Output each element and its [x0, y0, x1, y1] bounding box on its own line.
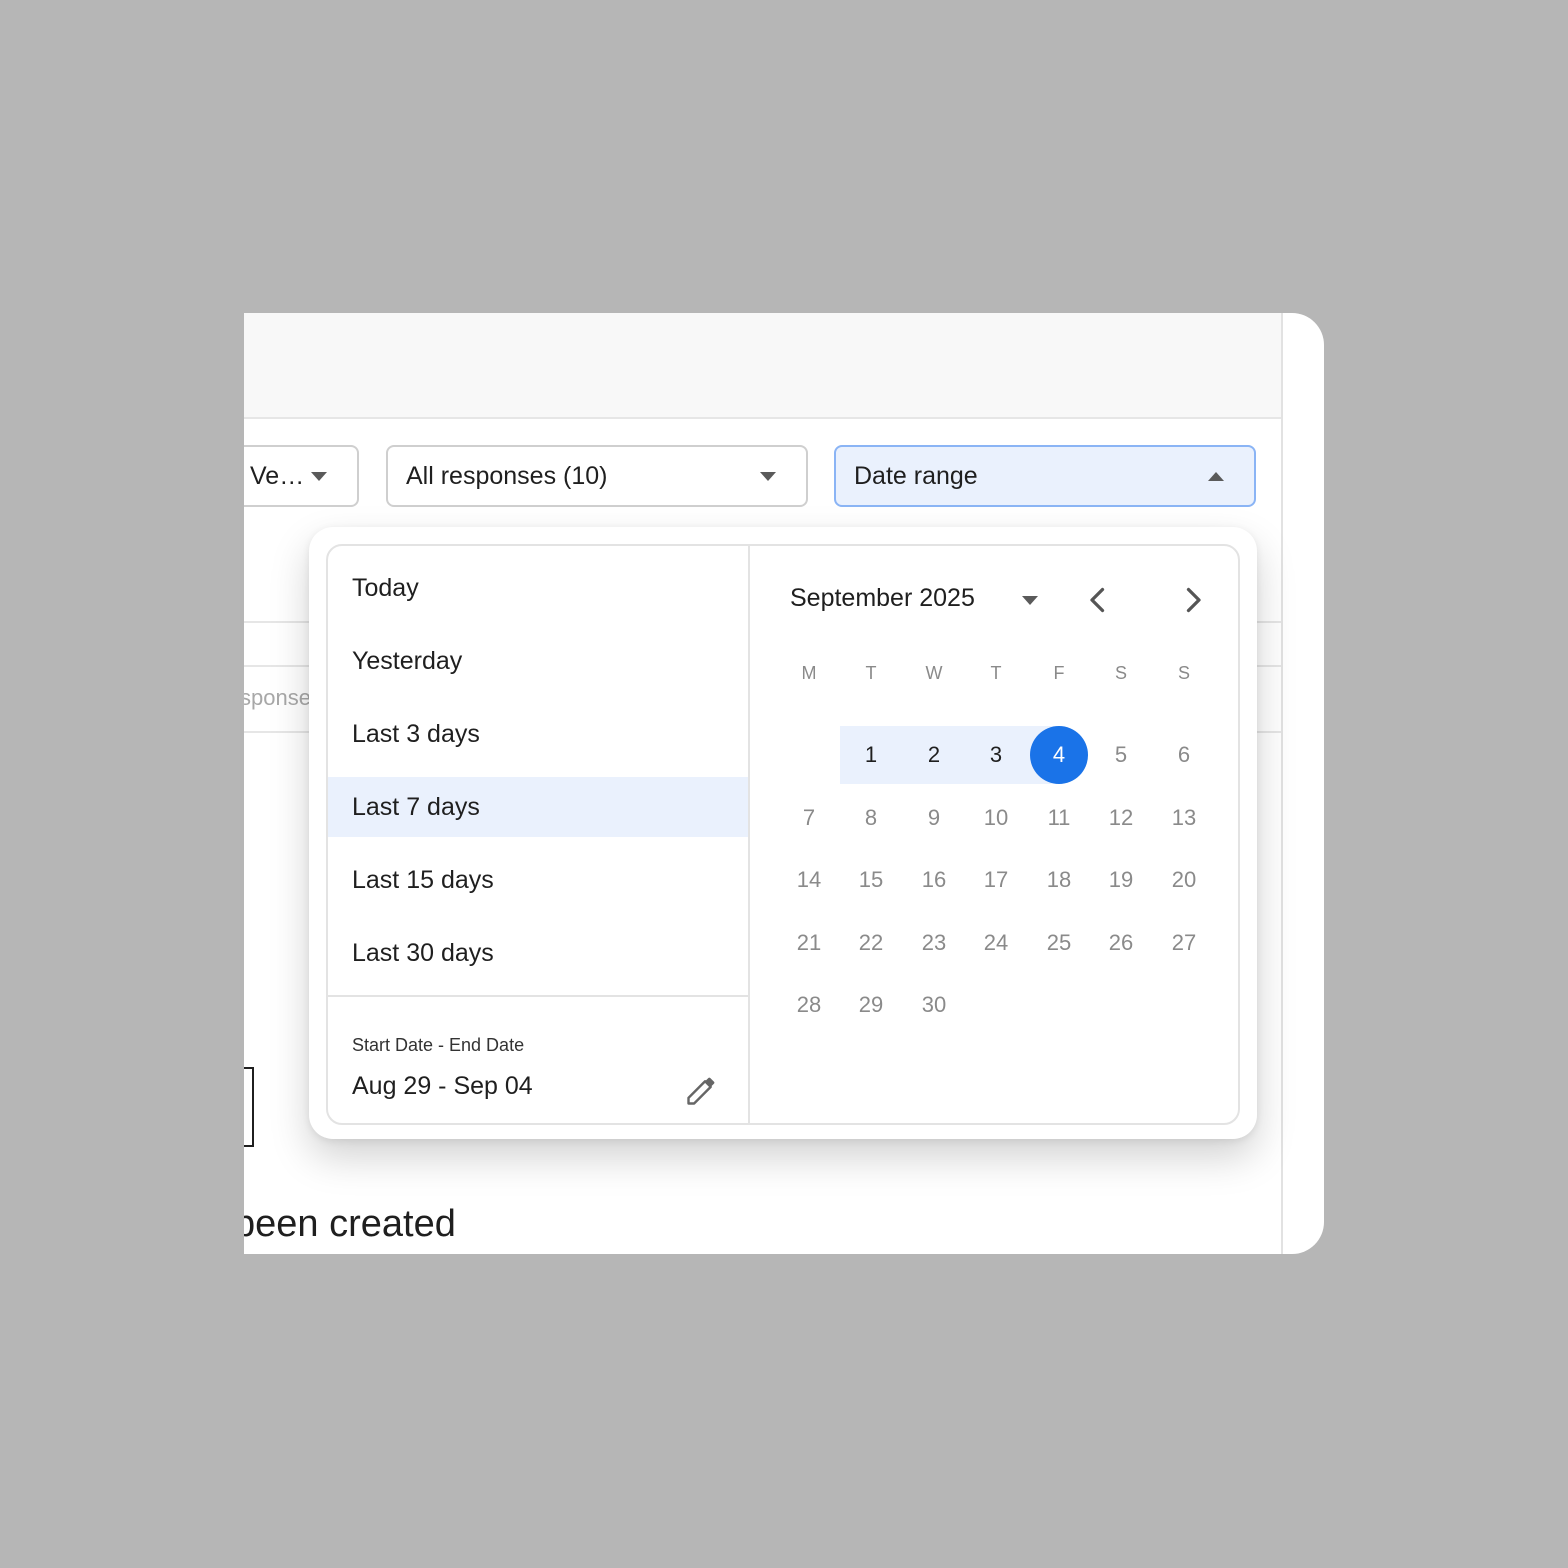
calendar-day[interactable]: 7	[780, 789, 838, 847]
chevron-down-icon	[760, 471, 776, 481]
date-range-popup: Today Yesterday Last 3 days Last 7 days …	[309, 527, 1257, 1139]
divider	[1281, 613, 1283, 623]
calendar-day[interactable]: 5	[1092, 726, 1150, 784]
chevron-right-icon[interactable]	[1175, 582, 1211, 618]
calendar-day[interactable]: 2	[905, 726, 963, 784]
presets-panel: Today Yesterday Last 3 days Last 7 days …	[328, 546, 750, 1123]
chevron-down-icon	[311, 471, 327, 481]
weekday-header: T	[990, 663, 1002, 683]
column-header: sponse	[244, 685, 311, 710]
calendar-panel: September 2025 M T W T F S S 1 2 3 4 5 6 7 8 9 10 11 12 13 1…	[750, 546, 1238, 1123]
weekday-header: T	[865, 663, 877, 683]
calendar-day[interactable]: 13	[1155, 789, 1213, 847]
calendar-day[interactable]: 9	[905, 789, 963, 847]
date-picker-panel: Today Yesterday Last 3 days Last 7 days …	[326, 544, 1240, 1125]
calendar-day[interactable]: 29	[842, 976, 900, 1034]
calendar-day[interactable]: 3	[967, 726, 1025, 784]
preset-last-7-days[interactable]: Last 7 days	[328, 777, 748, 837]
preset-label: Last 15 days	[352, 865, 494, 894]
version-filter-label: Ve…	[250, 461, 305, 490]
calendar-day[interactable]: 27	[1155, 914, 1213, 972]
weekday-header: W	[925, 663, 943, 683]
responses-filter-dropdown[interactable]: All responses (10)	[386, 445, 808, 507]
calendar-day[interactable]: 12	[1092, 789, 1150, 847]
calendar-day[interactable]: 6	[1155, 726, 1213, 784]
empty-state-icon	[244, 1067, 254, 1147]
preset-last-15-days[interactable]: Last 15 days	[328, 850, 748, 910]
calendar-day[interactable]: 15	[842, 851, 900, 909]
date-range-label: Date range	[854, 461, 978, 490]
preset-label: Last 7 days	[352, 792, 480, 821]
calendar-day[interactable]: 8	[842, 789, 900, 847]
calendar-day[interactable]: 20	[1155, 851, 1213, 909]
calendar-day[interactable]: 30	[905, 976, 963, 1034]
preset-last-3-days[interactable]: Last 3 days	[328, 704, 748, 764]
preset-today[interactable]: Today	[328, 558, 748, 618]
calendar-day[interactable]: 24	[967, 914, 1025, 972]
chevron-up-icon	[1208, 471, 1224, 481]
preset-label: Yesterday	[352, 646, 463, 675]
pencil-icon[interactable]	[684, 1072, 720, 1108]
weekday-header: F	[1053, 663, 1065, 683]
date-range-value: Aug 29 - Sep 04	[352, 1072, 533, 1100]
calendar-day[interactable]: 21	[780, 914, 838, 972]
date-range-dropdown[interactable]: Date range	[834, 445, 1256, 507]
responses-filter-label: All responses (10)	[406, 461, 608, 490]
content-border	[1281, 417, 1283, 1254]
calendar-day[interactable]: 11	[1030, 789, 1088, 847]
chevron-left-icon[interactable]	[1080, 582, 1116, 618]
date-range-caption: Start Date - End Date	[352, 1035, 525, 1055]
calendar-day[interactable]: 10	[967, 789, 1025, 847]
chevron-down-icon[interactable]	[1022, 596, 1038, 605]
calendar-day[interactable]: 19	[1092, 851, 1150, 909]
preset-label: Last 30 days	[352, 938, 494, 967]
weekday-header: M	[801, 663, 817, 683]
calendar-day-selected[interactable]: 4	[1030, 726, 1088, 784]
calendar-day[interactable]: 14	[780, 851, 838, 909]
header-band	[244, 313, 1283, 419]
calendar-day[interactable]: 22	[842, 914, 900, 972]
version-filter-dropdown[interactable]: Ve…	[244, 445, 359, 507]
divider	[328, 995, 748, 997]
calendar-day[interactable]: 28	[780, 976, 838, 1034]
calendar-day[interactable]: 18	[1030, 851, 1088, 909]
calendar-day[interactable]: 17	[967, 851, 1025, 909]
preset-yesterday[interactable]: Yesterday	[328, 631, 748, 691]
calendar-day[interactable]: 1	[842, 726, 900, 784]
calendar-day[interactable]: 16	[905, 851, 963, 909]
preset-last-30-days[interactable]: Last 30 days	[328, 923, 748, 983]
preset-label: Today	[352, 573, 419, 602]
weekday-header: S	[1177, 663, 1190, 683]
calendar-day[interactable]: 26	[1092, 914, 1150, 972]
calendar-day[interactable]: 25	[1030, 914, 1088, 972]
empty-state-heading: been created	[244, 1203, 456, 1245]
weekday-header: S	[1114, 663, 1127, 683]
preset-label: Last 3 days	[352, 719, 480, 748]
calendar-day[interactable]: 23	[905, 914, 963, 972]
month-year-label[interactable]: September 2025	[790, 584, 975, 613]
